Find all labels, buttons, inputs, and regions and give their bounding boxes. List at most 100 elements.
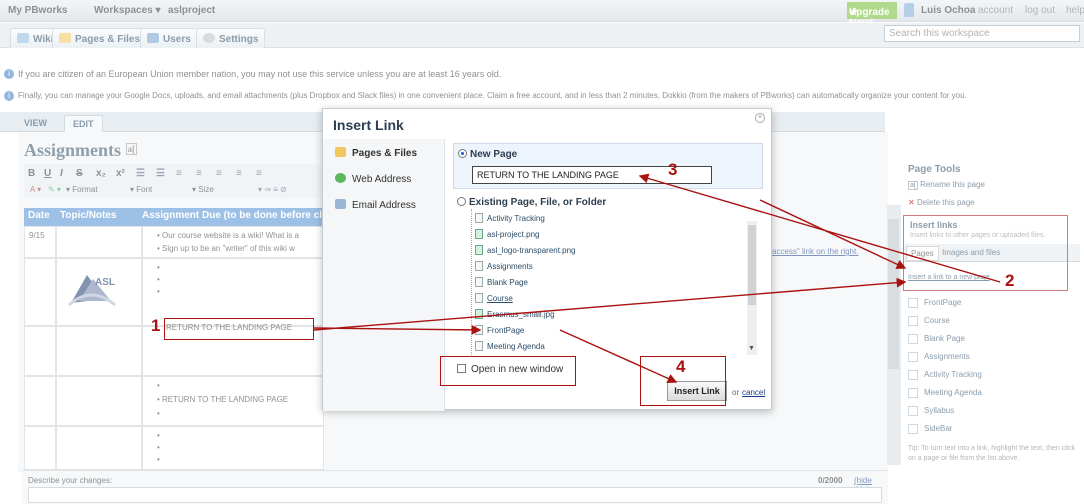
table-cell[interactable]: • • • (142, 426, 324, 470)
table-cell[interactable]: • Our course website is a wiki! What is … (142, 226, 324, 258)
align-left-icon[interactable]: ≡ (216, 168, 222, 179)
bullet1-text: Our course website is a wiki! What is a (162, 231, 299, 240)
annotation-number-1: 1 (151, 316, 161, 335)
table-cell[interactable] (56, 426, 142, 470)
access-link-text[interactable]: access" link on the right. (772, 247, 858, 256)
page-checkbox[interactable] (908, 370, 918, 380)
table-cell[interactable] (24, 426, 56, 470)
sidebar-item-web-address[interactable]: Web Address (335, 173, 411, 185)
table-cell[interactable] (24, 258, 56, 326)
search-input[interactable] (884, 25, 1080, 42)
table-cell[interactable] (56, 376, 142, 426)
page-checkbox[interactable] (908, 316, 918, 326)
page-item-syllabus[interactable]: Syllabus (924, 406, 954, 415)
align-right-icon[interactable]: ≡ (256, 168, 262, 179)
tab-settings[interactable]: Settings (196, 28, 266, 48)
list-item[interactable]: Assignments (475, 261, 533, 271)
age-notice-text: If you are citizen of an European Union … (18, 69, 502, 79)
list-item[interactable]: Blank Page (475, 277, 528, 287)
file-name: Erasmus_small.jpg (487, 310, 555, 319)
highlight-icon[interactable]: ✎ ▾ (46, 185, 61, 197)
list-item[interactable]: asl-project.png (475, 229, 539, 239)
page-item-sidebar[interactable]: SideBar (924, 424, 952, 433)
page-item-activity[interactable]: Activity Tracking (924, 370, 982, 379)
page-item-course[interactable]: Course (924, 316, 950, 325)
page-icon (475, 261, 483, 271)
page-checkbox[interactable] (908, 298, 918, 308)
tab-pages-files[interactable]: Pages & Files (52, 28, 148, 48)
rename-icon[interactable]: a[ (125, 143, 138, 155)
workspace-name[interactable]: aslproject (168, 5, 215, 16)
font-select[interactable]: ▾ Font (128, 185, 186, 197)
page-item-assignments[interactable]: Assignments (924, 352, 970, 361)
page-checkbox[interactable] (908, 388, 918, 398)
page-checkbox[interactable] (908, 424, 918, 434)
subscript-icon[interactable]: x₂ (96, 168, 106, 179)
col-date: Date (28, 210, 50, 221)
cancel-link[interactable]: cancel (742, 388, 765, 397)
file-list-scrollbar[interactable]: ▼ (747, 221, 757, 355)
sidebar-item-pages-files[interactable]: Pages & Files (335, 147, 417, 159)
size-select[interactable]: ▾ Size (190, 185, 248, 197)
bullet-list-icon[interactable]: ☰ (136, 168, 145, 179)
table-cell[interactable]: ASL (56, 258, 142, 326)
table-cell[interactable] (24, 376, 56, 426)
italic-button[interactable]: I (60, 168, 63, 179)
list-item[interactable]: Activity Tracking (475, 213, 545, 223)
underline-button[interactable]: U (44, 168, 51, 179)
file-name: asl-project.png (487, 230, 540, 239)
new-page-radio[interactable]: New Page (458, 149, 517, 160)
tab-users[interactable]: Users (140, 28, 198, 48)
table-cell[interactable]: • • RETURN TO THE LANDING PAGE • (142, 376, 324, 426)
list-item[interactable]: FrontPage (475, 325, 524, 335)
link-icon[interactable]: ▾ ⇒ ≡ ⊘ (256, 185, 287, 197)
list-item[interactable]: asl_logo-transparent.png (475, 245, 576, 255)
format-select[interactable]: ▾ Format (64, 185, 122, 197)
strike-button[interactable]: S (76, 168, 83, 179)
tab-view[interactable]: VIEW (16, 115, 55, 131)
my-pbworks-link[interactable]: My PBworks (8, 5, 67, 16)
bold-button[interactable]: B (28, 168, 35, 179)
list-item[interactable]: Erasmus_small.jpg (475, 309, 555, 319)
describe-input[interactable] (28, 487, 882, 503)
page-item-meeting[interactable]: Meeting Agenda (924, 388, 982, 397)
page-checkbox[interactable] (908, 334, 918, 344)
list-item[interactable]: Course (475, 293, 513, 303)
page-item-frontpage[interactable]: FrontPage (924, 298, 961, 307)
chevron-down-icon[interactable]: ▼ (748, 345, 755, 352)
rename-link[interactable]: a[ Rename this page (908, 180, 985, 190)
table-cell[interactable] (24, 326, 56, 376)
delete-link[interactable]: ✕ Delete this page (908, 198, 975, 207)
tip-text: Tip: To turn text into a link, highlight… (908, 445, 1076, 462)
tab-edit[interactable]: EDIT (64, 115, 103, 132)
superscript-icon[interactable]: x² (116, 168, 125, 179)
help-link[interactable]: help (1066, 5, 1084, 16)
align-center-icon[interactable]: ≡ (236, 168, 242, 179)
scrollbar-thumb[interactable] (748, 225, 756, 305)
list-item[interactable]: Meeting Agenda (475, 341, 545, 351)
table-cell[interactable]: 9/15 (24, 226, 56, 258)
upgrade-button[interactable]: ★ Upgrade Now! (847, 2, 897, 29)
page-checkbox[interactable] (908, 406, 918, 416)
numbered-list-icon[interactable]: ☰ (156, 168, 165, 179)
sidebar-item-email-address[interactable]: Email Address (335, 199, 416, 211)
existing-page-radio[interactable]: Existing Page, File, or Folder (457, 197, 606, 208)
page-checkbox[interactable] (908, 352, 918, 362)
logout-link[interactable]: log out (1025, 5, 1055, 16)
new-page-section: New Page RETURN TO THE LANDING PAGE (453, 143, 763, 189)
right-panel: Page Tools a[ Rename this page ✕ Delete … (888, 160, 1084, 504)
outdent-icon[interactable]: ≡ (176, 168, 182, 179)
page-item-blank[interactable]: Blank Page (924, 334, 965, 343)
close-icon[interactable]: × (755, 113, 765, 123)
editor-toolbar: B U I S x₂ x² ☰ ☰ ≡ ≡ ≡ ≡ ≡ A ▾ ✎ ▾ ▾ Fo… (24, 164, 324, 198)
account-link[interactable]: account (978, 5, 1013, 16)
text-color-icon[interactable]: A ▾ (28, 185, 41, 197)
table-cell[interactable] (56, 326, 142, 376)
table-cell[interactable]: • • • (142, 258, 324, 326)
file-name: asl_logo-transparent.png (487, 246, 576, 255)
workspaces-menu[interactable]: Workspaces ▾ (94, 5, 161, 16)
table-cell[interactable] (56, 226, 142, 258)
user-name[interactable]: Luis Ochoa (921, 5, 975, 16)
indent-icon[interactable]: ≡ (196, 168, 202, 179)
page-icon (475, 277, 483, 287)
